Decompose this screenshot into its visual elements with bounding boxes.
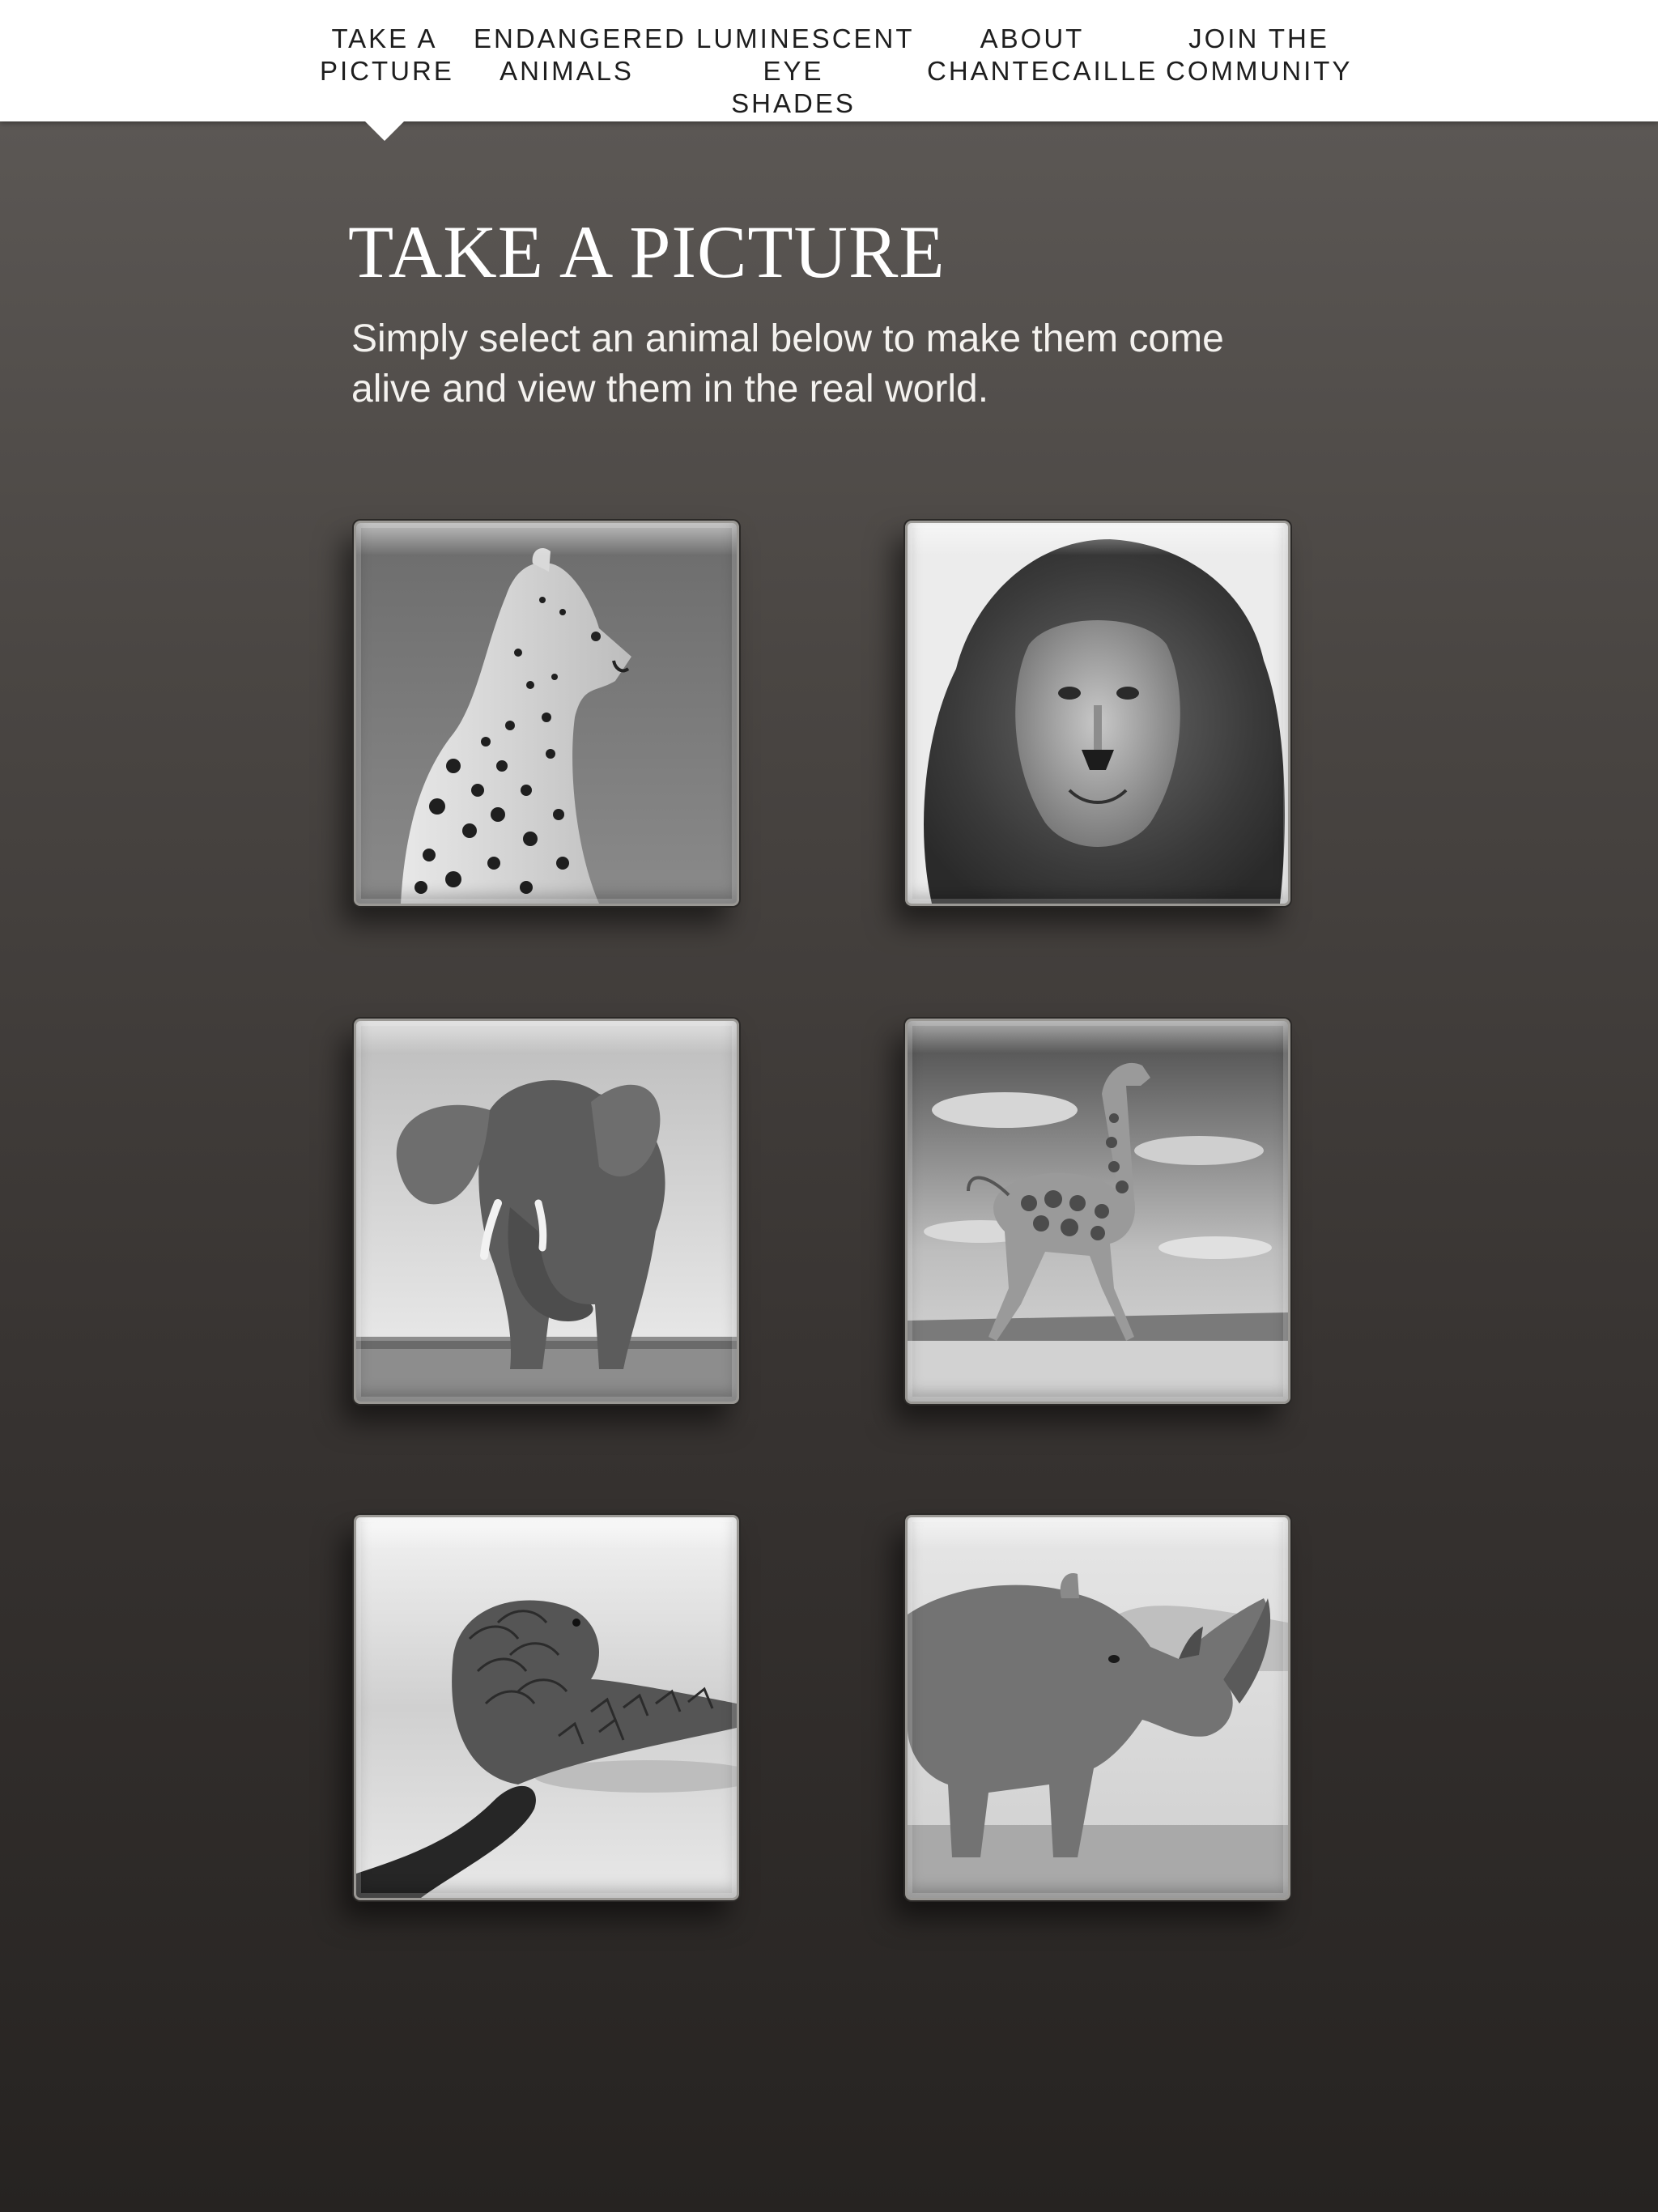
intro-line-2: alive and view them in the real world.: [351, 368, 989, 410]
animal-tile-rhino[interactable]: [905, 1515, 1290, 1900]
nav-item-label-line1: ABOUT: [980, 23, 1085, 53]
animal-tile-pangolin[interactable]: [354, 1515, 739, 1900]
rhino-photo: [908, 1517, 1288, 1898]
nav-item-label-line2: PICTURE: [320, 56, 454, 86]
page-title: TAKE A PICTURE: [348, 211, 946, 293]
nav-item-label-line1: LUMINESCENT: [696, 23, 915, 53]
nav-item-label-line1: JOIN THE: [1188, 23, 1329, 53]
lion-photo: [908, 523, 1288, 904]
giraffe-photo: [908, 1021, 1288, 1402]
nav-item-luminescent-eye-shades[interactable]: LUMINESCENT EYE SHADES: [696, 23, 915, 120]
nav-item-join-the-community[interactable]: JOIN THE COMMUNITY: [1166, 23, 1352, 87]
nav-item-label-line2: COMMUNITY: [1166, 56, 1353, 86]
active-nav-pointer: [363, 120, 406, 141]
animal-tile-lion[interactable]: [905, 521, 1290, 906]
nav-item-label-line2: CHANTECAILLE: [927, 56, 1158, 86]
nav-item-take-a-picture[interactable]: TAKE A PICTURE: [320, 23, 454, 87]
animal-tile-elephant[interactable]: [354, 1019, 739, 1404]
pangolin-photo: [356, 1517, 737, 1898]
nav-item-label-line2: EYE SHADES: [731, 56, 856, 118]
nav-item-label-line2: ANIMALS: [500, 56, 634, 86]
page-intro: Simply select an animal below to make th…: [351, 314, 1282, 415]
intro-line-1: Simply select an animal below to make th…: [351, 317, 1224, 360]
cheetah-photo: [356, 523, 737, 904]
nav-item-endangered-animals[interactable]: ENDANGERED ANIMALS: [474, 23, 687, 87]
animal-tile-cheetah[interactable]: [354, 521, 739, 906]
animal-tile-giraffe[interactable]: [905, 1019, 1290, 1404]
nav-item-label-line1: ENDANGERED: [474, 23, 687, 53]
top-nav: TAKE A PICTURE ENDANGERED ANIMALS LUMINE…: [0, 0, 1658, 121]
nav-item-about-chantecaille[interactable]: ABOUT CHANTECAILLE: [927, 23, 1158, 87]
elephant-photo: [356, 1021, 737, 1402]
nav-item-label-line1: TAKE A: [331, 23, 438, 53]
